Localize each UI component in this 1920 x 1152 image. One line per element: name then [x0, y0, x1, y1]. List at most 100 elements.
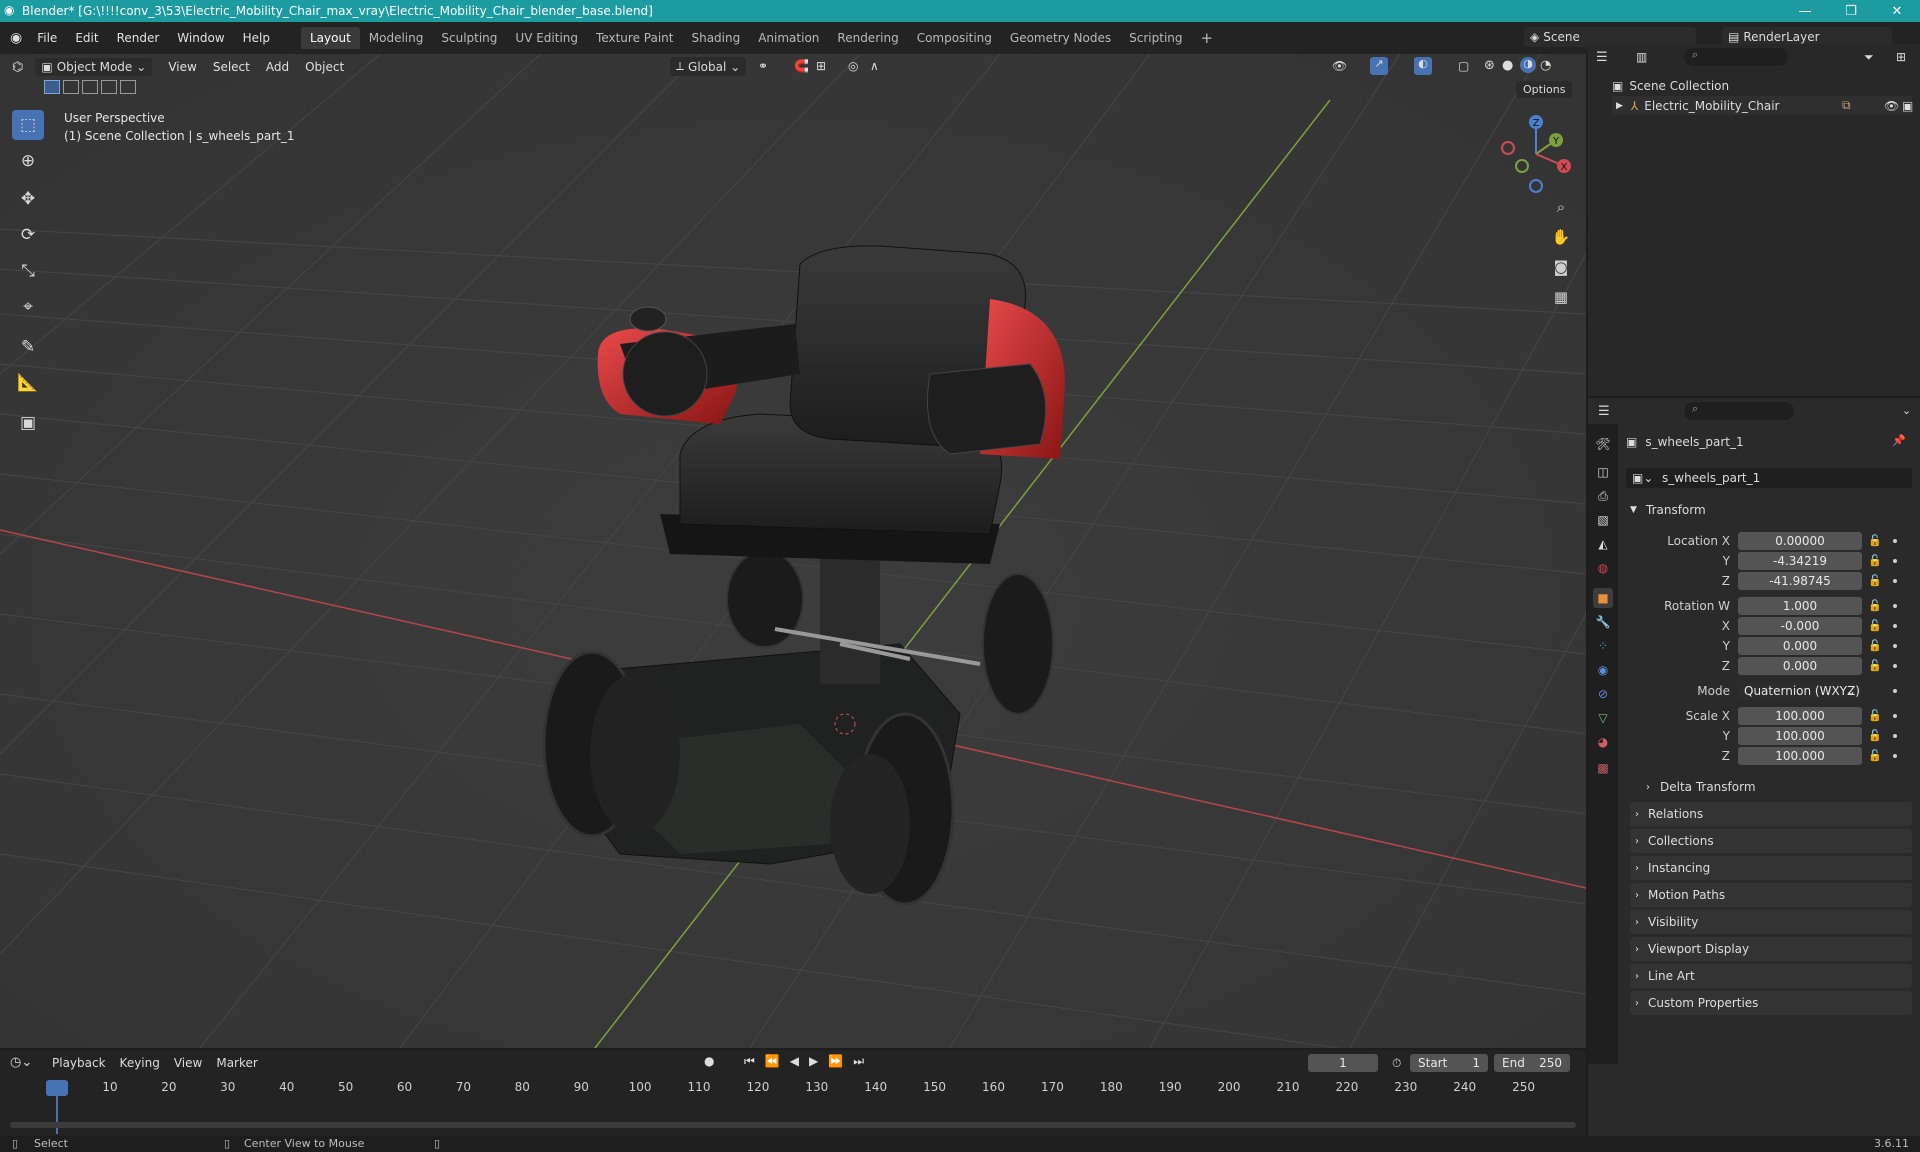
camera-view-button[interactable]: ◙	[1548, 254, 1574, 280]
tab-texture-paint[interactable]: Texture Paint	[587, 27, 682, 49]
pivot-point-icon[interactable]: ⚭	[758, 59, 768, 73]
scale-y-field[interactable]: 100.000	[1738, 727, 1862, 745]
lock-icon[interactable]: 🔓	[1868, 639, 1882, 652]
location-x-field[interactable]: 0.00000	[1738, 532, 1862, 550]
cursor-tool[interactable]: ⊕	[12, 146, 44, 176]
keyframe-dot-icon[interactable]	[1893, 539, 1897, 543]
wireframe-shading-icon[interactable]: ⊛	[1484, 58, 1495, 73]
pan-button[interactable]: ✋	[1548, 224, 1574, 250]
keyframe-dot-icon[interactable]	[1893, 644, 1897, 648]
rotation-mode-dropdown[interactable]: Quaternion (WXYZ) ⌄	[1738, 682, 1862, 700]
tab-constraints[interactable]: ⊘	[1593, 684, 1613, 704]
tab-output[interactable]: ⎙	[1593, 486, 1613, 506]
menu-window[interactable]: Window	[168, 31, 233, 45]
options-dropdown[interactable]: Options	[1516, 81, 1573, 98]
tab-view-layer[interactable]: ▧	[1593, 510, 1613, 530]
outliner-editor-icon[interactable]: ☰	[1596, 50, 1608, 65]
snap-target-icon[interactable]: ⊞	[816, 59, 826, 73]
tab-world[interactable]: ◍	[1593, 558, 1613, 578]
scale-x-field[interactable]: 100.000	[1738, 707, 1862, 725]
tab-data[interactable]: ▽	[1593, 708, 1613, 728]
tab-scripting[interactable]: Scripting	[1120, 27, 1191, 49]
expand-arrow-icon[interactable]: ▶	[1616, 101, 1623, 111]
tab-animation[interactable]: Animation	[749, 27, 828, 49]
outliner-item[interactable]: ▶ ⅄ Electric_Mobility_Chair ⧉ 👁 ▣	[1612, 96, 1913, 115]
location-z-field[interactable]: -41.98745	[1738, 572, 1862, 590]
properties-search-input[interactable]: ⌕	[1684, 402, 1794, 420]
rendered-shading-icon[interactable]: ◔	[1540, 58, 1551, 73]
falloff-icon[interactable]: ∧	[870, 59, 879, 73]
proportional-edit-icon[interactable]: ◎	[848, 59, 858, 73]
lock-icon[interactable]: 🔓	[1868, 659, 1882, 672]
chevron-down-icon[interactable]: ⌄	[1902, 404, 1911, 417]
maximize-button[interactable]: ❐	[1828, 0, 1874, 22]
keyframe-dot-icon[interactable]	[1893, 664, 1897, 668]
lock-icon[interactable]: 🔓	[1868, 619, 1882, 632]
visibility-icon[interactable]: 👁	[1332, 59, 1347, 73]
keyframe-dot-icon[interactable]	[1893, 714, 1897, 718]
gizmo-toggle-icon[interactable]: ↗	[1370, 57, 1388, 75]
select-new-icon[interactable]	[44, 80, 60, 94]
tab-tool[interactable]: 🛠	[1593, 434, 1613, 454]
object-name-field[interactable]: ▣⌄ s_wheels_part_1	[1626, 468, 1912, 488]
lock-icon[interactable]: 🔓	[1868, 534, 1882, 547]
pin-icon[interactable]: 📌	[1892, 434, 1906, 447]
measure-tool[interactable]: 📐	[12, 368, 44, 398]
lock-icon[interactable]: 🔓	[1868, 749, 1882, 762]
tab-modeling[interactable]: Modeling	[360, 27, 433, 49]
render-camera-icon[interactable]: ▣	[1902, 99, 1913, 113]
lock-icon[interactable]: 🔓	[1868, 554, 1882, 567]
tab-rendering[interactable]: Rendering	[828, 27, 907, 49]
select-subtract-icon[interactable]	[82, 80, 98, 94]
tab-compositing[interactable]: Compositing	[908, 27, 1001, 49]
instancing-panel[interactable]: › Instancing	[1630, 856, 1912, 880]
tab-sculpting[interactable]: Sculpting	[432, 27, 506, 49]
eye-icon[interactable]: 👁	[1884, 99, 1899, 113]
lock-icon[interactable]: 🔓	[1868, 599, 1882, 612]
blender-menu-icon[interactable]: ◉	[10, 30, 22, 46]
viewport-menu-add[interactable]: Add	[258, 58, 297, 76]
rotation-w-field[interactable]: 1.000	[1738, 597, 1862, 615]
outliner-root-row[interactable]: ▣ Scene Collection	[1612, 76, 1729, 95]
tab-modifiers[interactable]: 🔧	[1593, 612, 1613, 632]
select-invert-icon[interactable]	[101, 80, 117, 94]
select-intersect-icon[interactable]	[120, 80, 136, 94]
keyframe-dot-icon[interactable]	[1893, 559, 1897, 563]
rotation-z-field[interactable]: 0.000	[1738, 657, 1862, 675]
tab-material[interactable]: ◕	[1593, 732, 1613, 752]
add-cube-tool[interactable]: ▣	[12, 408, 44, 438]
tab-layout[interactable]: Layout	[300, 27, 360, 49]
mode-selector[interactable]: ▣ Object Mode ⌄	[35, 58, 153, 76]
keyframe-dot-icon[interactable]	[1893, 689, 1897, 693]
transform-tool[interactable]: ⌖	[12, 292, 44, 322]
close-button[interactable]: ✕	[1874, 0, 1920, 22]
menu-edit[interactable]: Edit	[66, 31, 107, 45]
outliner-search-input[interactable]: ⌕	[1684, 48, 1788, 66]
keyframe-dot-icon[interactable]	[1893, 754, 1897, 758]
xray-icon[interactable]: ▢	[1458, 59, 1469, 73]
filter-icon[interactable]: ⏷	[1864, 50, 1874, 65]
line-art-panel[interactable]: › Line Art	[1630, 964, 1912, 988]
select-box-tool[interactable]: ⬚	[12, 110, 44, 140]
overlay-toggle-icon[interactable]: ◐	[1414, 57, 1432, 75]
tab-particles[interactable]: ⁘	[1593, 636, 1613, 656]
viewport-menu-view[interactable]: View	[160, 58, 204, 76]
lock-icon[interactable]: 🔓	[1868, 729, 1882, 742]
rotation-y-field[interactable]: 0.000	[1738, 637, 1862, 655]
tab-object[interactable]: ■	[1593, 588, 1613, 608]
3d-viewport[interactable]: User Perspective (1) Scene Collection | …	[0, 54, 1586, 1048]
snap-icon[interactable]: 🧲	[794, 59, 809, 73]
add-workspace-button[interactable]: +	[1192, 25, 1223, 51]
viewport-menu-object[interactable]: Object	[297, 58, 352, 76]
zoom-button[interactable]: ⌕	[1548, 194, 1574, 220]
lock-icon[interactable]: 🔓	[1868, 574, 1882, 587]
keyframe-dot-icon[interactable]	[1893, 734, 1897, 738]
tab-render[interactable]: ◫	[1593, 462, 1613, 482]
move-tool[interactable]: ✥	[12, 184, 44, 214]
transform-orientation-selector[interactable]: ⟂ Global ⌄	[670, 57, 747, 76]
minimize-button[interactable]: —	[1782, 0, 1828, 22]
playhead[interactable]	[46, 1080, 68, 1096]
material-shading-icon[interactable]: ◑	[1520, 57, 1536, 73]
display-mode-icon[interactable]: ▥	[1636, 50, 1647, 64]
solid-shading-icon[interactable]: ●	[1502, 58, 1513, 73]
